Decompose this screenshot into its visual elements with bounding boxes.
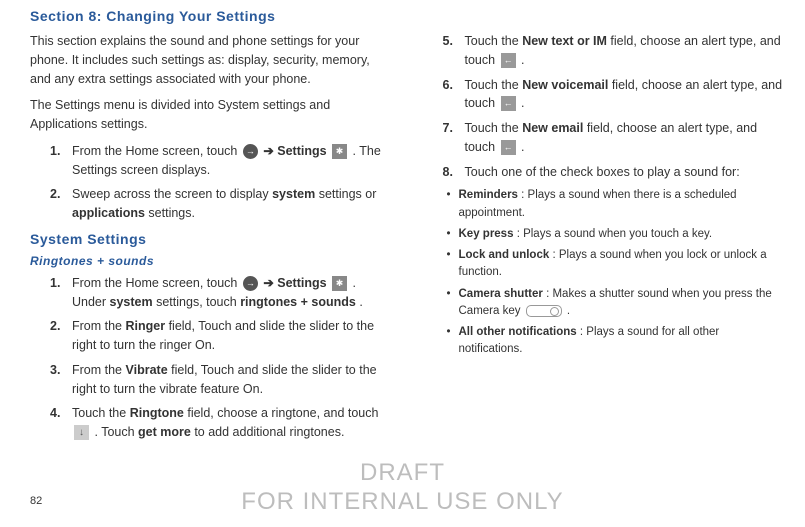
text: From the (72, 363, 126, 377)
text: From the (72, 319, 126, 333)
ring-step-1: 1. From the Home screen, touch ➔ Setting… (30, 274, 393, 312)
bold-text: Vibrate (126, 363, 168, 377)
text: settings, touch (156, 295, 240, 309)
right-column: 5. Touch the New text or IM field, choos… (423, 32, 786, 448)
text: From the Home screen, touch (72, 144, 241, 158)
text: Touch the (465, 78, 523, 92)
ring-step-3: 3. From the Vibrate field, Touch and sli… (30, 361, 393, 399)
camera-key-icon (526, 305, 562, 317)
text: . (521, 140, 524, 154)
gear-icon (332, 276, 347, 291)
step-number: 8. (443, 163, 465, 182)
intro-step-2: 2. Sweep across the screen to display sy… (30, 185, 393, 223)
bullet-lock: • Lock and unlock : Plays a sound when y… (447, 247, 786, 282)
step-number: 6. (443, 76, 465, 114)
text: Sweep across the screen to display (72, 187, 272, 201)
step-number: 2. (50, 317, 72, 355)
text: settings or (319, 187, 377, 201)
nav-arrow-icon (243, 276, 258, 291)
back-icon (501, 140, 516, 155)
arrow-text: ➔ (263, 144, 277, 158)
settings-label: Settings (277, 276, 326, 290)
back-icon (501, 96, 516, 111)
text: Touch the (72, 406, 130, 420)
text: . (521, 96, 524, 110)
bold-text: New text or IM (522, 34, 607, 48)
gear-icon (332, 144, 347, 159)
check-icon (74, 425, 89, 440)
bullet-text: . (567, 305, 570, 317)
bold-text: applications (72, 206, 145, 220)
ring-step-7: 7. Touch the New email field, choose an … (423, 119, 786, 157)
left-column: This section explains the sound and phon… (30, 32, 393, 448)
ring-step-5: 5. Touch the New text or IM field, choos… (423, 32, 786, 70)
bullet-label: Key press (459, 228, 514, 240)
nav-arrow-icon (243, 144, 258, 159)
bold-text: get more (138, 425, 191, 439)
text: . (359, 295, 362, 309)
bullet-marker: • (447, 226, 459, 243)
bullet-label: All other notifications (459, 326, 577, 338)
text: to add additional ringtones. (194, 425, 344, 439)
section-title: Section 8: Changing Your Settings (30, 8, 785, 24)
text: . Touch (94, 425, 138, 439)
step-number: 2. (50, 185, 72, 223)
ring-step-6: 6. Touch the New voicemail field, choose… (423, 76, 786, 114)
bullet-camera: • Camera shutter : Makes a shutter sound… (447, 286, 786, 321)
bold-text: system (110, 295, 153, 309)
bullet-label: Lock and unlock (459, 249, 550, 261)
intro-para-1: This section explains the sound and phon… (30, 32, 393, 88)
intro-step-1: 1. From the Home screen, touch ➔ Setting… (30, 142, 393, 180)
step-number: 3. (50, 361, 72, 399)
bullet-label: Reminders (459, 189, 518, 201)
text: From the Home screen, touch (72, 276, 241, 290)
bold-text: New voicemail (522, 78, 608, 92)
arrow-text: ➔ (263, 276, 277, 290)
bullet-reminders: • Reminders : Plays a sound when there i… (447, 187, 786, 222)
text: Touch the (465, 34, 523, 48)
bullet-label: Camera shutter (459, 288, 543, 300)
text: field, choose a ringtone, and touch (187, 406, 378, 420)
ring-step-2: 2. From the Ringer field, Touch and slid… (30, 317, 393, 355)
back-icon (501, 53, 516, 68)
bold-text: system (272, 187, 315, 201)
bullet-keypress: • Key press : Plays a sound when you tou… (447, 226, 786, 243)
bullet-marker: • (447, 247, 459, 282)
bullet-text: : Plays a sound when you touch a key. (517, 228, 712, 240)
settings-label: Settings (277, 144, 326, 158)
ring-step-8: 8. Touch one of the check boxes to play … (423, 163, 786, 182)
system-settings-heading: System Settings (30, 229, 393, 250)
step-number: 4. (50, 404, 72, 442)
ringtones-heading: Ringtones + sounds (30, 252, 393, 270)
text: settings. (148, 206, 195, 220)
bold-text: ringtones + sounds (240, 295, 356, 309)
bullet-marker: • (447, 324, 459, 359)
step-number: 1. (50, 274, 72, 312)
watermark: DRAFT FOR INTERNAL USE ONLY (0, 459, 805, 517)
ring-step-4: 4. Touch the Ringtone field, choose a ri… (30, 404, 393, 442)
step-number: 1. (50, 142, 72, 180)
bold-text: Ringtone (130, 406, 184, 420)
step-number: 7. (443, 119, 465, 157)
watermark-line-1: DRAFT (0, 459, 805, 488)
text: . (521, 53, 524, 67)
bullet-marker: • (447, 286, 459, 321)
watermark-line-2: FOR INTERNAL USE ONLY (0, 488, 805, 517)
bullet-marker: • (447, 187, 459, 222)
bold-text: New email (522, 121, 583, 135)
step-number: 5. (443, 32, 465, 70)
intro-para-2: The Settings menu is divided into System… (30, 96, 393, 134)
bullet-other: • All other notifications : Plays a soun… (447, 324, 786, 359)
bold-text: Ringer (126, 319, 166, 333)
text: Touch the (465, 121, 523, 135)
page-number: 82 (30, 495, 42, 507)
text: Touch one of the check boxes to play a s… (465, 165, 740, 179)
